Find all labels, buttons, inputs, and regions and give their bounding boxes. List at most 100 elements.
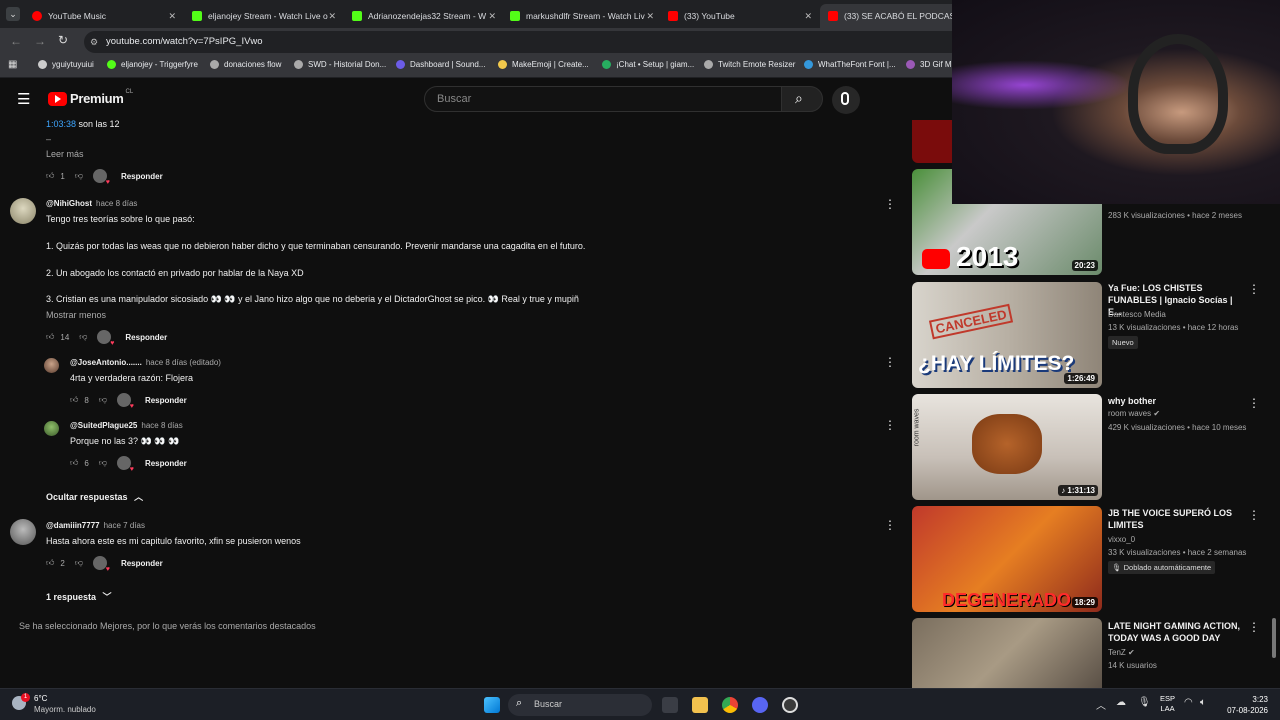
video-thumbnail[interactable]: room waves ♪ 1:31:13 [912, 394, 1102, 500]
reload-icon[interactable]: ↻ [58, 33, 68, 47]
reply-button[interactable]: Responder [121, 172, 163, 181]
file-explorer-icon[interactable] [692, 697, 708, 713]
search-button[interactable]: ⌕ [781, 86, 823, 112]
like-icon[interactable]: 👍︎ [46, 171, 54, 181]
tab-adrianozendejas[interactable]: Adrianozendejas32 Stream - W ✕ [344, 4, 502, 28]
more-options-icon[interactable]: ⋮ [1248, 508, 1260, 522]
avatar[interactable] [10, 519, 36, 545]
comment-date[interactable]: hace 8 días [96, 199, 137, 208]
bookmark-item[interactable]: MakeEmoji | Create... [498, 60, 589, 69]
bookmark-item[interactable]: yguiytuyuiui [38, 60, 94, 69]
language-indicator[interactable]: ESP LAA [1160, 694, 1175, 714]
read-more-button[interactable]: Leer más [46, 149, 84, 159]
close-icon[interactable]: ✕ [488, 11, 496, 22]
dislike-icon[interactable]: 👎︎ [79, 332, 87, 342]
dislike-icon[interactable]: 👎︎ [75, 558, 83, 568]
comment-date[interactable]: hace 8 días [141, 421, 182, 430]
close-icon[interactable]: ✕ [646, 11, 654, 22]
comment-date[interactable]: hace 8 días (editado) [146, 358, 221, 367]
more-options-icon[interactable]: ⋮ [1248, 282, 1260, 296]
bookmark-item[interactable]: 3D Gif M [906, 60, 952, 69]
video-title[interactable]: LATE NIGHT GAMING ACTION, TODAY WAS A GO… [1108, 620, 1246, 644]
show-less-button[interactable]: Mostrar menos [46, 310, 106, 320]
bookmark-item[interactable]: Twitch Emote Resizer [704, 60, 795, 69]
microphone-icon[interactable]: 🎙︎ [1138, 697, 1151, 708]
channel-name[interactable]: Dantesco Media [1108, 310, 1166, 319]
reply-button[interactable]: Responder [125, 333, 167, 342]
clock[interactable]: 3:23 07-08-2026 [1222, 694, 1268, 716]
voice-search-button[interactable] [832, 86, 860, 114]
youtube-premium-logo[interactable]: Premium CL [48, 89, 133, 106]
forward-icon[interactable]: → [34, 34, 46, 48]
more-options-icon[interactable]: ⋮ [1248, 396, 1260, 410]
menu-icon[interactable]: ☰ [17, 90, 30, 108]
more-options-icon[interactable]: ⋮ [884, 197, 896, 211]
avatar[interactable] [44, 421, 59, 436]
show-replies-button[interactable]: 1 respuesta ﹀ [46, 590, 112, 603]
task-view-icon[interactable] [662, 697, 678, 713]
channel-name[interactable]: vixxo_0 [1108, 535, 1135, 544]
close-icon[interactable]: ✕ [168, 11, 176, 22]
discord-icon[interactable] [752, 697, 768, 713]
volume-icon[interactable]: 🔈︎ [1200, 697, 1206, 708]
video-thumbnail[interactable] [912, 618, 1102, 688]
weather-widget[interactable]: 1 6°C Mayorm. nublado [12, 693, 122, 718]
avatar[interactable] [10, 198, 36, 224]
comment-author[interactable]: @damiiin7777 hace 7 días [46, 521, 145, 530]
reply-author[interactable]: @SuitedPlague25 hace 8 días [70, 421, 183, 430]
scrollbar-thumb[interactable] [1272, 618, 1276, 658]
reply-author[interactable]: @JoseAntonio....... hace 8 días (editado) [70, 358, 221, 367]
tab-eljanojey[interactable]: eljanojey Stream - Watch Live o ✕ [184, 4, 342, 28]
bookmark-item[interactable]: donaciones flow [210, 60, 281, 69]
more-options-icon[interactable]: ⋮ [1248, 620, 1260, 634]
bookmark-item[interactable]: SWD - Historial Don... [294, 60, 386, 69]
dislike-icon[interactable]: 👎︎ [75, 171, 83, 181]
search-input[interactable]: Buscar [424, 86, 782, 112]
tab-youtube[interactable]: (33) YouTube ✕ [660, 4, 818, 28]
video-thumbnail[interactable]: DEGENERADO 18:29 [912, 506, 1102, 612]
dislike-icon[interactable]: 👎︎ [99, 458, 107, 468]
site-info-icon[interactable]: ⚙ [90, 31, 98, 53]
close-icon[interactable]: ✕ [328, 11, 336, 22]
video-thumbnail-partial[interactable] [912, 120, 952, 163]
wifi-icon[interactable]: ◠ [1184, 697, 1193, 708]
bookmark-item[interactable]: eljanojey - Triggerfyre [107, 60, 198, 69]
channel-name[interactable]: TenZ ✔ [1108, 648, 1135, 657]
hide-replies-button[interactable]: Ocultar respuestas ︿ [46, 490, 143, 503]
tab-current-video[interactable]: (33) SE ACABÓ EL PODCAST, S [820, 4, 960, 28]
avatar[interactable] [44, 358, 59, 373]
timestamp-link[interactable]: 1:03:38 [46, 119, 76, 129]
more-options-icon[interactable]: ⋮ [884, 518, 896, 532]
video-thumbnail[interactable]: CANCELED ¿HAY LÍMITES? 1:26:49 [912, 282, 1102, 388]
tab-youtube-music[interactable]: YouTube Music ✕ [24, 4, 182, 28]
video-title[interactable]: why bother [1108, 395, 1246, 407]
reply-button[interactable]: Responder [121, 559, 163, 568]
like-icon[interactable]: 👍︎ [70, 458, 78, 468]
taskbar-search[interactable]: ⌕ Buscar [508, 694, 652, 716]
comment-date[interactable]: hace 7 días [104, 521, 145, 530]
reply-button[interactable]: Responder [145, 396, 187, 405]
like-icon[interactable]: 👍︎ [46, 558, 54, 568]
chrome-icon[interactable] [722, 697, 738, 713]
tab-markushdlfr[interactable]: markushdlfr Stream - Watch Liv ✕ [502, 4, 660, 28]
show-hidden-icons[interactable]: ︿ [1096, 697, 1106, 712]
channel-name[interactable]: room waves ✔ [1108, 409, 1160, 418]
back-icon[interactable]: ← [10, 34, 22, 48]
more-options-icon[interactable]: ⋮ [884, 418, 896, 432]
tab-search-button[interactable]: ⌄ [6, 7, 20, 21]
video-title[interactable]: JB THE VOICE SUPERÓ LOS LIMITES [1108, 507, 1246, 531]
close-icon[interactable]: ✕ [804, 11, 812, 22]
apps-grid-icon[interactable]: ▦ [8, 59, 17, 70]
windows-start-icon[interactable] [484, 697, 500, 713]
bookmark-item[interactable]: ¡Chat • Setup | giam... [602, 60, 694, 69]
comment-author[interactable]: @NihiGhost hace 8 días [46, 199, 137, 208]
network-icon[interactable]: ☁ [1116, 697, 1126, 708]
bookmark-item[interactable]: WhatTheFont Font |... [804, 60, 896, 69]
like-icon[interactable]: 👍︎ [70, 395, 78, 405]
more-options-icon[interactable]: ⋮ [884, 355, 896, 369]
dislike-icon[interactable]: 👎︎ [99, 395, 107, 405]
like-icon[interactable]: 👍︎ [46, 332, 54, 342]
url-field[interactable]: ⚙ youtube.com/watch?v=7PsIPG_IVwo [84, 31, 964, 53]
reply-button[interactable]: Responder [145, 459, 187, 468]
obs-icon[interactable] [782, 697, 798, 713]
